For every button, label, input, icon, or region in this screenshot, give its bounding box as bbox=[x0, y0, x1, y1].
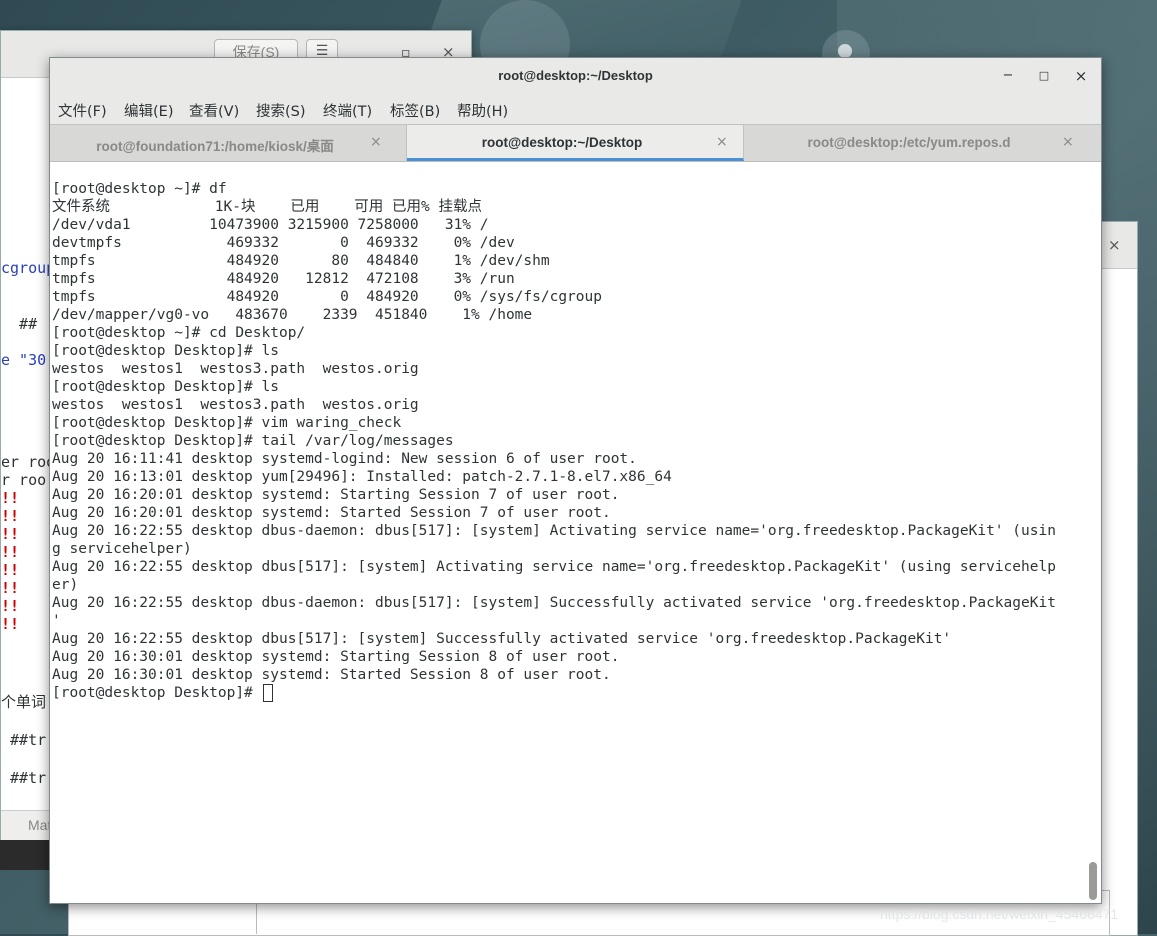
terminal-line: ' bbox=[52, 613, 61, 629]
editor-text-fragment: ##tr bbox=[1, 769, 47, 787]
watermark: https://blog.csdn.net/weixin_45466471 bbox=[880, 906, 1119, 922]
terminal-line: Aug 20 16:22:55 desktop dbus-daemon: dbu… bbox=[52, 595, 1056, 611]
terminal-lines: [root@desktop ~]# df 文件系统 1K-块 已用 可用 已用%… bbox=[52, 181, 1056, 683]
terminal-line: /dev/mapper/vg0-vo 483670 2339 451840 1%… bbox=[52, 307, 533, 323]
editor-text-fragment: !! bbox=[1, 579, 20, 597]
terminal-line: [root@desktop Desktop]# ls bbox=[52, 343, 279, 359]
tab-label: root@desktop:~/Desktop bbox=[481, 135, 643, 150]
desktop-wallpaper-dot bbox=[838, 44, 852, 58]
terminal-line: Aug 20 16:22:55 desktop dbus[517]: [syst… bbox=[52, 559, 1056, 575]
editor-text-fragment: er roo bbox=[1, 453, 56, 471]
tab-close-icon[interactable]: × bbox=[370, 134, 382, 150]
editor-text-fragment: ##tr bbox=[1, 731, 47, 749]
terminal-titlebar[interactable]: root@desktop:~/Desktop − □ × bbox=[50, 58, 1101, 94]
terminal-line: /dev/vda1 10473900 3215900 7258000 31% / bbox=[52, 217, 489, 233]
editor-text-fragment: !! bbox=[1, 597, 20, 615]
terminal-line: tmpfs 484920 80 484840 1% /dev/shm bbox=[52, 253, 550, 269]
editor-text-fragment: e "30 bbox=[1, 351, 47, 369]
terminal-line: tmpfs 484920 0 484920 0% /sys/fs/cgroup bbox=[52, 289, 602, 305]
terminal-line: Aug 20 16:11:41 desktop systemd-logind: … bbox=[52, 451, 637, 467]
terminal-line: [root@desktop Desktop]# vim waring_check bbox=[52, 415, 402, 431]
editor-text-fragment: !! bbox=[1, 543, 20, 561]
terminal-line: [root@desktop Desktop]# tail /var/log/me… bbox=[52, 433, 454, 449]
editor-text-fragment: !! bbox=[1, 615, 20, 633]
status-label: Mat bbox=[28, 817, 52, 833]
terminal-line: devtmpfs 469332 0 469332 0% /dev bbox=[52, 235, 515, 251]
terminal-output: [root@desktop ~]# df 文件系统 1K-块 已用 可用 已用%… bbox=[52, 180, 1056, 702]
terminal-line: Aug 20 16:13:01 desktop yum[29496]: Inst… bbox=[52, 469, 672, 485]
close-icon[interactable]: × bbox=[1071, 67, 1091, 85]
editor-text-fragment: ## bbox=[1, 315, 38, 333]
terminal-line: Aug 20 16:22:55 desktop dbus[517]: [syst… bbox=[52, 631, 952, 647]
terminal-line: tmpfs 484920 12812 472108 3% /run bbox=[52, 271, 515, 287]
terminal-line: er) bbox=[52, 577, 79, 593]
tab-label: root@desktop:/etc/yum.repos.d bbox=[807, 135, 1011, 150]
menu-search[interactable]: 搜索(S) bbox=[256, 100, 306, 121]
tab-close-icon[interactable]: × bbox=[1062, 134, 1074, 150]
terminal-line: westos westos1 westos3.path westos.orig bbox=[52, 361, 419, 377]
terminal-line: Aug 20 16:30:01 desktop systemd: Started… bbox=[52, 667, 611, 683]
tab-desktop-desktop[interactable]: root@desktop:~/Desktop × bbox=[407, 125, 744, 161]
tab-label: root@foundation71:/home/kiosk/桌面 bbox=[96, 139, 334, 154]
window-title: root@desktop:~/Desktop bbox=[498, 68, 653, 83]
text-cursor bbox=[262, 684, 273, 702]
terminal-line: g servicehelper) bbox=[52, 541, 192, 557]
menu-terminal[interactable]: 终端(T) bbox=[323, 100, 372, 121]
terminal-line: Aug 20 16:20:01 desktop systemd: Startin… bbox=[52, 487, 620, 503]
tab-foundation-kiosk[interactable]: root@foundation71:/home/kiosk/桌面 × bbox=[50, 125, 407, 161]
terminal-line: [root@desktop ~]# df bbox=[52, 181, 227, 197]
terminal-line: 文件系统 1K-块 已用 可用 已用% 挂载点 bbox=[52, 199, 482, 215]
terminal-line: [root@desktop ~]# cd Desktop/ bbox=[52, 325, 306, 341]
close-icon[interactable]: × bbox=[1108, 236, 1121, 254]
editor-text-fragment: !! bbox=[1, 525, 20, 543]
scrollbar[interactable] bbox=[1089, 862, 1097, 900]
terminal-screen[interactable]: [root@desktop ~]# df 文件系统 1K-块 已用 可用 已用%… bbox=[50, 162, 1101, 903]
editor-text-fragment: !! bbox=[1, 507, 20, 525]
terminal-line: Aug 20 16:22:55 desktop dbus-daemon: dbu… bbox=[52, 523, 1056, 539]
menu-tabs[interactable]: 标签(B) bbox=[390, 100, 440, 121]
menu-help[interactable]: 帮助(H) bbox=[457, 100, 508, 121]
editor-text-fragment: !! bbox=[1, 561, 20, 579]
tab-yum-repos[interactable]: root@desktop:/etc/yum.repos.d × bbox=[744, 125, 1101, 161]
editor-text-fragment: 个单词 bbox=[1, 693, 47, 711]
menu-bar: 文件(F) 编辑(E) 查看(V) 搜索(S) 终端(T) 标签(B) 帮助(H… bbox=[50, 94, 1101, 124]
terminal-line: Aug 20 16:30:01 desktop systemd: Startin… bbox=[52, 649, 620, 665]
terminal-line: westos westos1 westos3.path westos.orig bbox=[52, 397, 419, 413]
editor-text-fragment: r roo bbox=[1, 471, 47, 489]
tab-close-icon[interactable]: × bbox=[716, 134, 728, 150]
maximize-icon[interactable]: □ bbox=[1034, 67, 1054, 85]
editor-text-fragment: !! bbox=[1, 489, 20, 507]
terminal-line: Aug 20 16:20:01 desktop systemd: Started… bbox=[52, 505, 611, 521]
menu-view[interactable]: 查看(V) bbox=[189, 100, 239, 121]
minimize-icon[interactable]: − bbox=[998, 67, 1018, 85]
terminal-prompt: [root@desktop Desktop]# bbox=[52, 685, 262, 701]
tab-bar: root@foundation71:/home/kiosk/桌面 × root@… bbox=[50, 124, 1101, 162]
editor-text-fragment: cgroup bbox=[1, 259, 56, 277]
terminal-line: [root@desktop Desktop]# ls bbox=[52, 379, 279, 395]
terminal-window[interactable]: root@desktop:~/Desktop − □ × 文件(F) 编辑(E)… bbox=[49, 57, 1102, 904]
menu-edit[interactable]: 编辑(E) bbox=[124, 100, 173, 121]
menu-file[interactable]: 文件(F) bbox=[58, 100, 107, 121]
